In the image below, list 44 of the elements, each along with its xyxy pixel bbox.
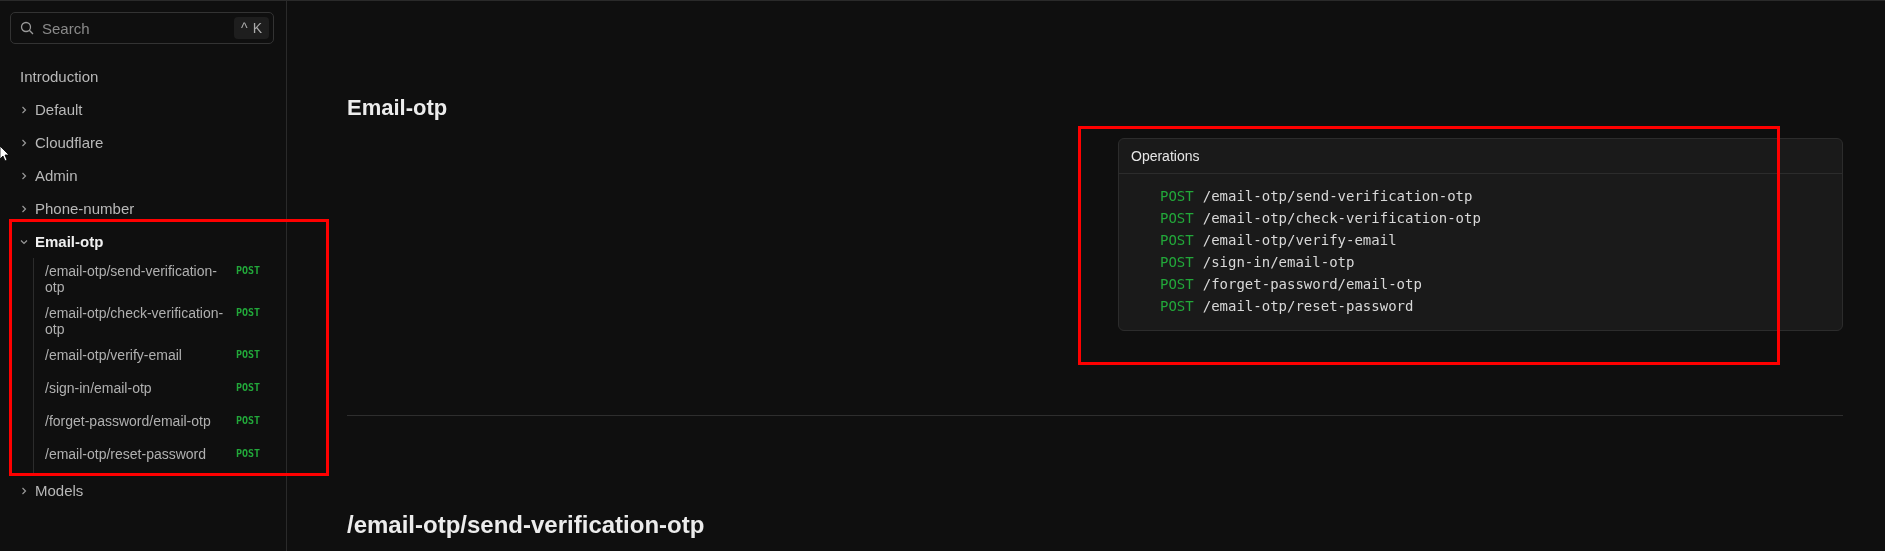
search-field[interactable]: Search [40, 18, 229, 38]
method-label: POST [1160, 187, 1194, 206]
section-title: Email-otp [347, 95, 448, 121]
endpoint-link[interactable]: /sign-in/email-otp [45, 380, 235, 396]
method-label: POST [235, 448, 260, 459]
nav-group[interactable]: Cloudflare [35, 134, 104, 151]
method-label: POST [1160, 297, 1194, 316]
method-label: POST [235, 415, 260, 426]
endpoint-link[interactable]: /email-otp/check-verification-otp [45, 305, 235, 337]
chevron-right-icon [19, 104, 29, 115]
nav-group[interactable]: Phone-number [35, 200, 135, 217]
method-label: POST [235, 265, 260, 276]
nav-link[interactable]: Introduction [20, 68, 99, 85]
endpoint-link[interactable]: /email-otp/verify-email [1202, 231, 1397, 250]
method-label: POST [235, 307, 260, 318]
endpoint-link[interactable]: /email-otp/reset-password [1202, 297, 1414, 316]
endpoint-link[interactable]: /email-otp/verify-email [45, 347, 235, 363]
method-label: POST [235, 349, 260, 360]
method-label: POST [1160, 275, 1194, 294]
method-label: POST [235, 382, 260, 393]
method-label: POST [1160, 209, 1194, 228]
endpoint-link[interactable]: /sign-in/email-otp [1202, 253, 1355, 272]
keyboard-shortcut: ^ K [234, 17, 269, 39]
nav-group[interactable]: Default [35, 101, 83, 118]
nav-group[interactable]: Admin [35, 167, 78, 184]
mouse-cursor-icon [0, 146, 10, 162]
method-label: POST [1160, 253, 1194, 272]
chevron-right-icon [19, 203, 29, 214]
endpoint-link[interactable]: /email-otp/check-verification-otp [1202, 209, 1481, 228]
search-icon [20, 21, 34, 35]
search-bar[interactable]: Search ^ K [10, 12, 274, 44]
chevron-right-icon [19, 170, 29, 181]
chevron-right-icon [19, 485, 29, 496]
endpoint-link[interactable]: /forget-password/email-otp [1202, 275, 1422, 294]
nav-group[interactable]: Email-otp [35, 233, 104, 250]
endpoint-title: /email-otp/send-verification-otp [347, 511, 706, 539]
method-label: POST [1160, 231, 1194, 250]
card-title: Operations [1119, 139, 1842, 174]
endpoint-link[interactable]: /forget-password/email-otp [45, 413, 235, 429]
nav-group[interactable]: Models [35, 482, 84, 499]
endpoint-link[interactable]: /email-otp/send-verification-otp [1202, 187, 1473, 206]
endpoint-link[interactable]: /email-otp/reset-password [45, 446, 235, 462]
chevron-right-icon [19, 137, 29, 148]
endpoint-link[interactable]: /email-otp/send-verification-otp [45, 263, 235, 295]
